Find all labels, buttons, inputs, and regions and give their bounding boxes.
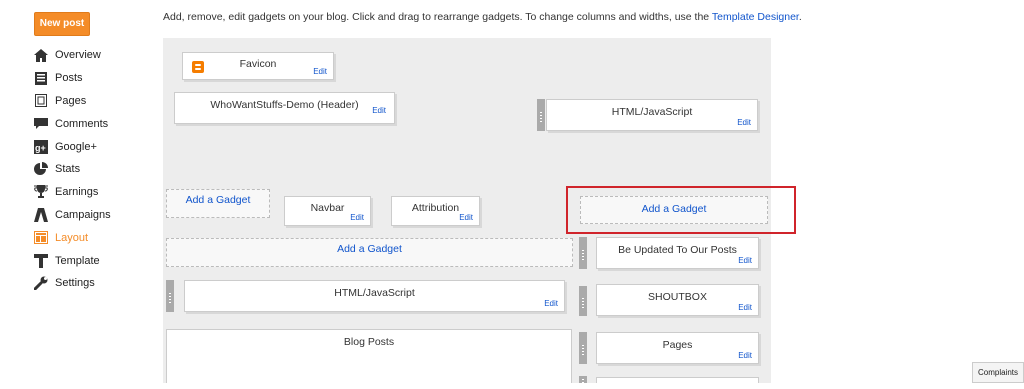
gadget-shoutbox[interactable]: SHOUTBOX Edit bbox=[596, 284, 759, 316]
sidebar-item-label: Settings bbox=[55, 277, 95, 290]
home-icon bbox=[34, 48, 48, 62]
drag-handle[interactable] bbox=[579, 376, 587, 389]
sidebar-item-label: Layout bbox=[55, 231, 89, 244]
gadget-html-javascript-top[interactable]: HTML/JavaScript Edit bbox=[546, 99, 758, 131]
sidebar-item-stats[interactable]: Stats bbox=[34, 158, 111, 181]
gadget-blog-posts[interactable]: Blog Posts bbox=[166, 329, 572, 383]
sidebar-item-label: Google+ bbox=[55, 140, 97, 153]
sidebar-item-overview[interactable]: Overview bbox=[34, 44, 111, 67]
posts-icon bbox=[34, 71, 48, 85]
edit-link[interactable]: Edit bbox=[350, 213, 364, 222]
gadget-title: SHOUTBOX bbox=[648, 291, 707, 303]
intro-end: . bbox=[798, 11, 802, 23]
gadget-attribution[interactable]: Attribution Edit bbox=[391, 196, 480, 226]
gadget-partial[interactable] bbox=[596, 377, 759, 383]
sidebar-nav: Overview Posts Pages Comments g+ Google+… bbox=[34, 44, 111, 295]
intro-text: Add, remove, edit gadgets on your blog. … bbox=[163, 11, 712, 23]
edit-link[interactable]: Edit bbox=[738, 351, 752, 360]
gadget-favicon[interactable]: Favicon Edit bbox=[182, 52, 334, 80]
new-post-button[interactable]: New post bbox=[34, 12, 90, 36]
gadget-be-updated[interactable]: Be Updated To Our Posts Edit bbox=[596, 237, 759, 269]
sidebar-item-label: Stats bbox=[55, 163, 81, 176]
sidebar-item-label: Overview bbox=[55, 49, 101, 62]
layout-intro-text: Add, remove, edit gadgets on your blog. … bbox=[163, 11, 802, 23]
drag-handle[interactable] bbox=[166, 280, 174, 312]
wrench-icon bbox=[34, 276, 48, 291]
sidebar-item-pages[interactable]: Pages bbox=[34, 90, 111, 113]
edit-link[interactable]: Edit bbox=[544, 299, 558, 308]
sidebar-item-google-plus[interactable]: g+ Google+ bbox=[34, 135, 111, 158]
sidebar-item-label: Template bbox=[55, 254, 100, 267]
gadget-html-javascript-main[interactable]: HTML/JavaScript Edit bbox=[184, 280, 565, 312]
gadget-title: WhoWantStuffs-Demo (Header) bbox=[210, 99, 359, 111]
edit-link[interactable]: Edit bbox=[737, 118, 751, 127]
sidebar-item-label: Earnings bbox=[55, 186, 99, 199]
gadget-title: Blog Posts bbox=[343, 336, 395, 348]
layout-icon bbox=[34, 231, 48, 245]
drag-handle[interactable] bbox=[579, 286, 587, 316]
gadget-title: Pages bbox=[662, 339, 693, 351]
comment-icon bbox=[34, 117, 48, 131]
pie-chart-icon bbox=[34, 162, 48, 176]
gadget-navbar[interactable]: Navbar Edit bbox=[284, 196, 371, 226]
sidebar-item-settings[interactable]: Settings bbox=[34, 272, 111, 295]
sidebar-item-layout[interactable]: Layout bbox=[34, 226, 111, 249]
add-gadget-link[interactable]: Add a Gadget bbox=[166, 189, 270, 218]
edit-link[interactable]: Edit bbox=[738, 303, 752, 312]
edit-link[interactable]: Edit bbox=[372, 106, 386, 115]
gadget-header[interactable]: WhoWantStuffs-Demo (Header) Edit bbox=[174, 92, 395, 124]
drag-handle[interactable] bbox=[579, 332, 587, 364]
template-designer-link[interactable]: Template Designer bbox=[712, 11, 799, 23]
sidebar-item-earnings[interactable]: Earnings bbox=[34, 181, 111, 204]
drag-handle[interactable] bbox=[537, 99, 545, 131]
complaints-button[interactable]: Complaints bbox=[972, 362, 1024, 383]
gadget-title: Be Updated To Our Posts bbox=[618, 244, 737, 256]
edit-link[interactable]: Edit bbox=[313, 67, 327, 76]
gadget-title: Favicon bbox=[239, 58, 277, 70]
template-icon bbox=[34, 253, 48, 268]
edit-link[interactable]: Edit bbox=[459, 213, 473, 222]
sidebar-item-label: Comments bbox=[55, 117, 109, 130]
svg-text:g+: g+ bbox=[35, 143, 46, 153]
google-plus-icon: g+ bbox=[34, 139, 48, 154]
gadget-title: HTML/JavaScript bbox=[334, 287, 415, 299]
sidebar-item-posts[interactable]: Posts bbox=[34, 67, 111, 90]
add-gadget-link[interactable]: Add a Gadget bbox=[166, 238, 573, 267]
trophy-icon bbox=[34, 185, 48, 199]
sidebar-item-label: Pages bbox=[55, 94, 87, 107]
sidebar-item-label: Campaigns bbox=[55, 208, 111, 221]
gadget-pages[interactable]: Pages Edit bbox=[596, 332, 759, 364]
sidebar-item-comments[interactable]: Comments bbox=[34, 112, 111, 135]
sidebar-item-template[interactable]: Template bbox=[34, 249, 111, 272]
highlight-box bbox=[566, 186, 796, 234]
campaigns-icon bbox=[34, 207, 48, 222]
pages-icon bbox=[34, 94, 48, 108]
sidebar-item-label: Posts bbox=[55, 72, 83, 85]
sidebar-item-campaigns[interactable]: Campaigns bbox=[34, 204, 111, 227]
gadget-title: HTML/JavaScript bbox=[611, 106, 693, 118]
edit-link[interactable]: Edit bbox=[738, 256, 752, 265]
drag-handle[interactable] bbox=[579, 237, 587, 269]
